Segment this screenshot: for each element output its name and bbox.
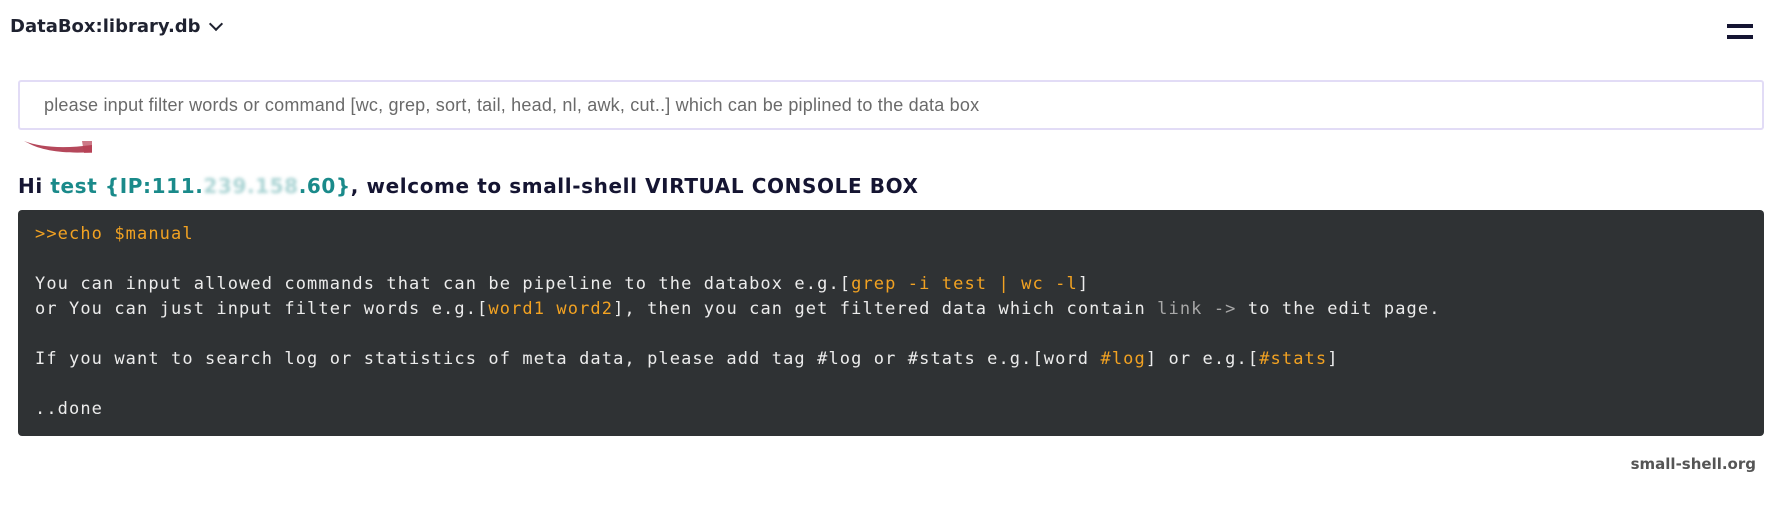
redaction-scribble [24, 141, 92, 153]
console-spacer [35, 322, 1747, 347]
user-name: test [50, 174, 98, 198]
link-label: link -> [1157, 299, 1237, 319]
ip-prefix: {IP:111. [97, 174, 204, 198]
tag-stats: #stats [1259, 349, 1328, 369]
line1-close: ] [1077, 274, 1090, 294]
line2-end: to the edit page. [1236, 299, 1441, 319]
line1-example: grep -i test | wc -l [851, 274, 1078, 294]
console-box: >>echo $manual You can input allowed com… [18, 210, 1764, 436]
line3-text: If you want to search log or statistics … [35, 349, 1101, 369]
footer-site-link[interactable]: small-shell.org [1631, 455, 1756, 473]
line2-example: word1 word2 [488, 299, 614, 319]
console-done: ..done [35, 399, 104, 419]
filter-command-input[interactable] [18, 80, 1764, 130]
line3-mid: ] or e.g.[ [1145, 349, 1260, 369]
line2-text: or You can just input filter words e.g.[ [35, 299, 489, 319]
line2-mid: ], then you can get filtered data which … [613, 299, 1158, 319]
ip-redacted: 239.158 [203, 174, 299, 198]
console-line-filter: or You can just input filter words e.g.[… [35, 297, 1747, 322]
console-command: >>echo $manual [35, 224, 194, 244]
console-spacer [35, 247, 1747, 272]
welcome-greeting: Hi [18, 174, 51, 198]
line3-close: ] [1327, 349, 1339, 369]
welcome-message: Hi test {IP:111.239.158.60}, welcome to … [18, 174, 919, 198]
menu-line-bottom [1727, 35, 1753, 39]
line1-text: You can input allowed commands that can … [35, 274, 852, 294]
ip-suffix: .60} [298, 174, 351, 198]
databox-selector[interactable]: DataBox:library.db [10, 16, 223, 37]
welcome-text: , welcome to small-shell VIRTUAL CONSOLE… [350, 174, 919, 198]
console-line-tags: If you want to search log or statistics … [35, 347, 1747, 372]
console-spacer [35, 372, 1747, 397]
chevron-down-icon [208, 16, 223, 31]
console-line-commands: You can input allowed commands that can … [35, 272, 1747, 297]
tag-log: #log [1100, 349, 1146, 369]
databox-title: DataBox:library.db [10, 16, 201, 37]
menu-line-top [1727, 24, 1753, 28]
hamburger-menu-icon[interactable] [1727, 24, 1753, 42]
